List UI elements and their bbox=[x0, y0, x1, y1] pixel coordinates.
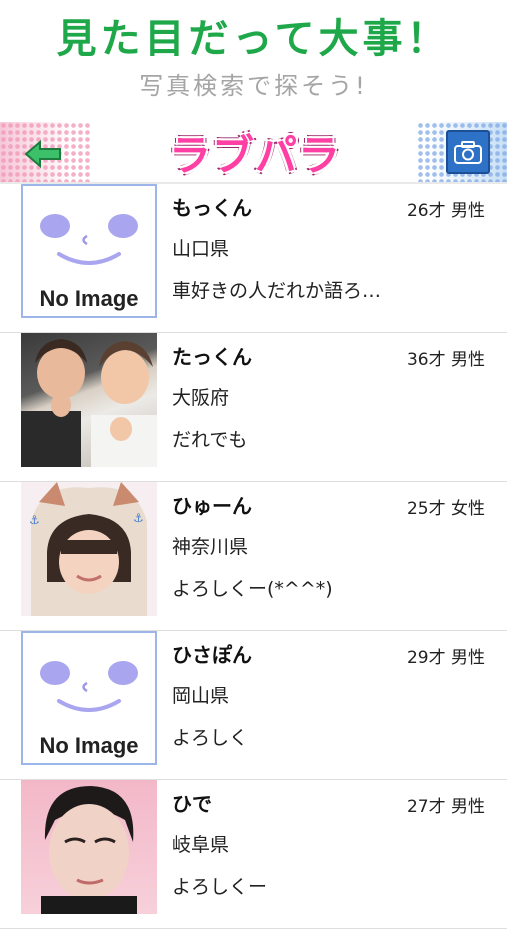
user-prefecture: 大阪府 bbox=[172, 387, 230, 409]
no-image-label: No Image bbox=[39, 733, 139, 758]
svg-text:⚓: ⚓ bbox=[133, 511, 144, 525]
svg-text:⚓: ⚓ bbox=[29, 513, 40, 527]
list-item[interactable]: たっくん 36才 男性 大阪府 だれでも bbox=[0, 333, 507, 482]
user-name: もっくん bbox=[172, 196, 252, 220]
photo-figures bbox=[21, 339, 157, 467]
no-image-avatar: No Image bbox=[21, 184, 157, 318]
user-message: だれでも bbox=[172, 429, 248, 451]
user-message: よろしくー(*^^*) bbox=[172, 578, 333, 600]
user-message: 車好きの人だれか語ろ… bbox=[172, 280, 382, 302]
promo-subline: 写真検索で探そう! bbox=[139, 72, 368, 100]
user-age-gender: 26才 男性 bbox=[406, 201, 485, 221]
no-image-label: No Image bbox=[39, 286, 139, 311]
user-photo: ⚓ ⚓ bbox=[21, 482, 157, 616]
promo-banner: 見た目だって大事！ 写真検索で探そう! bbox=[0, 0, 507, 122]
user-list: No Image もっくん 26才 男性 山口県 車好きの人だれか語ろ… たっく… bbox=[0, 184, 507, 929]
camera-icon bbox=[454, 141, 482, 164]
user-prefecture: 山口県 bbox=[172, 238, 230, 260]
user-name: ひで bbox=[172, 792, 212, 816]
placeholder-face-icon bbox=[40, 661, 138, 712]
user-age-gender: 27才 男性 bbox=[406, 797, 485, 817]
user-name: たっくん bbox=[172, 345, 252, 369]
placeholder-face-icon bbox=[40, 214, 138, 265]
user-name: ひさぽん bbox=[172, 643, 252, 667]
user-photo bbox=[21, 333, 157, 467]
photo-search-button[interactable] bbox=[446, 130, 490, 174]
user-message: よろしく bbox=[172, 727, 249, 749]
back-arrow-icon bbox=[24, 139, 61, 169]
user-prefecture: 岡山県 bbox=[172, 685, 230, 707]
photo-figure: ⚓ ⚓ bbox=[29, 482, 147, 616]
user-age-gender: 25才 女性 bbox=[406, 499, 485, 519]
list-item[interactable]: No Image ひさぽん 29才 男性 岡山県 よろしく bbox=[0, 631, 507, 780]
list-item[interactable]: No Image もっくん 26才 男性 山口県 車好きの人だれか語ろ… bbox=[0, 184, 507, 333]
promo-headline: 見た目だって大事！ bbox=[56, 16, 451, 62]
photo-figure bbox=[41, 786, 137, 914]
back-button[interactable] bbox=[24, 139, 64, 169]
user-message: よろしくー bbox=[172, 876, 268, 898]
list-item[interactable]: ひで 27才 男性 岐阜県 よろしくー bbox=[0, 780, 507, 929]
user-prefecture: 神奈川県 bbox=[172, 536, 249, 558]
user-prefecture: 岐阜県 bbox=[172, 834, 230, 856]
user-age-gender: 29才 男性 bbox=[406, 648, 485, 668]
user-photo bbox=[21, 780, 157, 914]
list-item[interactable]: ⚓ ⚓ ひゅーん 25才 女性 神奈川県 よろしくー(*^^*) bbox=[0, 482, 507, 631]
user-age-gender: 36才 男性 bbox=[406, 350, 485, 370]
nav-bar: ラブパラ bbox=[0, 122, 507, 184]
user-name: ひゅーん bbox=[172, 494, 252, 518]
app-logo: ラブパラ bbox=[168, 130, 341, 180]
no-image-avatar: No Image bbox=[21, 631, 157, 765]
